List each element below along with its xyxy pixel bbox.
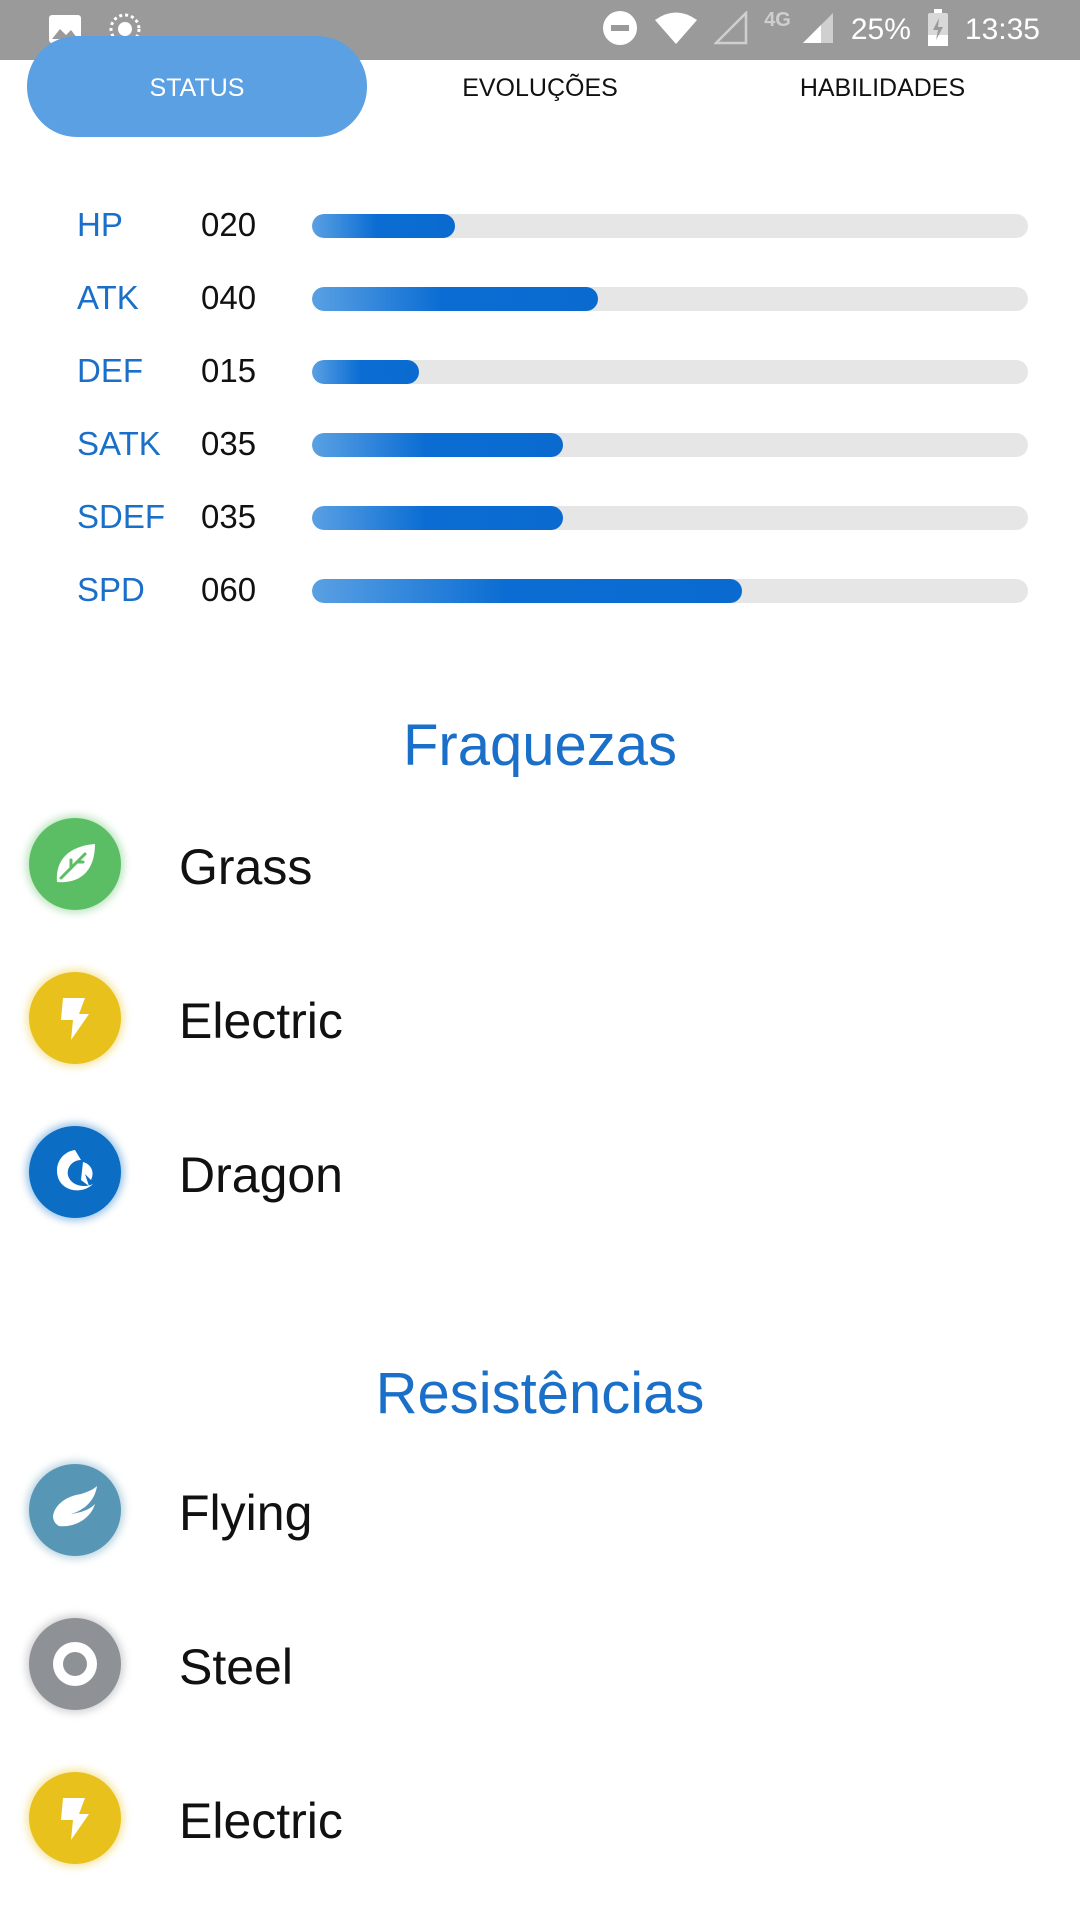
stat-row-sdef: SDEF 035 (77, 490, 1028, 563)
type-name: Grass (179, 839, 313, 895)
tab-evolucoes[interactable]: EVOLUÇÕES (400, 58, 680, 118)
list-item[interactable]: Electric (27, 970, 927, 1124)
stat-bar-fill (312, 506, 563, 530)
stat-bar-track (312, 360, 1028, 384)
stat-name: ATK (77, 279, 139, 316)
type-name: Electric (179, 993, 343, 1049)
stat-bar-track (312, 287, 1028, 311)
stat-bar-track (312, 506, 1028, 530)
stat-bar-fill (312, 360, 420, 384)
stat-row-atk: ATK 040 (77, 271, 1028, 344)
stats-list: HP 020 ATK 040 DEF 015 SATK 035 SDEF 035… (77, 198, 1028, 636)
stat-bar-fill (312, 287, 599, 311)
stat-bar-fill (312, 579, 742, 603)
list-item[interactable]: Dragon (27, 1124, 927, 1278)
stat-row-def: DEF 015 (77, 344, 1028, 417)
dragon-icon (29, 1126, 121, 1218)
stat-row-satk: SATK 035 (77, 417, 1028, 490)
list-item[interactable]: Grass (27, 816, 927, 970)
stat-row-hp: HP 020 (77, 198, 1028, 271)
stat-bar-fill (312, 214, 456, 238)
stat-bar-track (312, 433, 1028, 457)
stat-name: SATK (77, 425, 161, 462)
list-item[interactable]: Steel (27, 1616, 927, 1770)
stat-name: SDEF (77, 498, 166, 535)
stat-value: 060 (201, 571, 257, 608)
grass-icon (29, 818, 121, 910)
type-name: Flying (179, 1485, 313, 1541)
tab-status[interactable]: STATUS (27, 58, 367, 118)
battery-icon (927, 8, 949, 52)
stat-value: 035 (201, 498, 257, 535)
stat-value: 035 (201, 425, 257, 462)
weaknesses-title: Fraquezas (402, 713, 678, 778)
network-type: 4G (764, 8, 791, 31)
stat-name: HP (77, 206, 123, 243)
steel-icon (29, 1618, 121, 1710)
flying-icon (29, 1464, 121, 1556)
clock: 13:35 (964, 13, 1040, 46)
electric-icon (29, 972, 121, 1064)
stat-name: DEF (77, 352, 143, 389)
weaknesses-list: Grass Electric Dragon (27, 816, 927, 1278)
resistances-title: Resistências (375, 1361, 705, 1426)
type-name: Dragon (179, 1147, 343, 1203)
list-item[interactable]: Flying (27, 1462, 927, 1616)
stat-row-spd: SPD 060 (77, 563, 1028, 636)
tab-habilidades[interactable]: HABILIDADES (740, 58, 1025, 118)
stat-bar-fill (312, 433, 563, 457)
battery-percent: 25% (850, 13, 911, 46)
electric-icon (29, 1772, 121, 1864)
stat-name: SPD (77, 571, 145, 608)
do-not-disturb-icon (602, 10, 638, 51)
signal-empty-icon (713, 9, 748, 50)
type-name: Steel (179, 1639, 293, 1695)
stat-bar-track (312, 579, 1028, 603)
list-item[interactable]: Electric (27, 1770, 927, 1924)
stat-bar-track (312, 214, 1028, 238)
stat-value: 020 (201, 206, 257, 243)
signal-icon (801, 11, 835, 50)
wifi-icon (654, 11, 698, 50)
type-name: Electric (179, 1793, 343, 1849)
stat-value: 040 (201, 279, 257, 316)
stat-value: 015 (201, 352, 257, 389)
resistances-list: Flying Steel Electric (27, 1462, 927, 1924)
